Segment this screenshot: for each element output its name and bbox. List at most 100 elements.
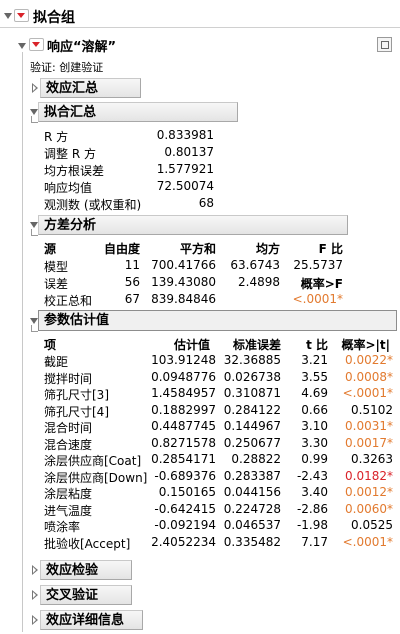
estimate-term: 涂层粘度 [44,487,93,501]
collapse-triangle-icon[interactable] [30,318,38,324]
section-header[interactable]: 交叉验证 [40,585,132,605]
estimate-value: 0.1882997 [151,402,216,417]
estimate-t-ratio: 4.69 [301,386,328,400]
expand-triangle-icon[interactable] [32,590,38,600]
estimate-term: 混合时间 [44,421,93,435]
anova-header[interactable]: 方差分析 [38,215,348,235]
estimate-p-value: 0.5102 [351,402,393,417]
estimate-std-error: 0.224728 [223,501,281,516]
estimate-term: 筛孔尺寸[4] [44,404,109,419]
collapse-triangle-icon[interactable] [4,13,12,19]
collapse-triangle-icon[interactable] [18,43,26,49]
estimate-value: 0.0948776 [151,369,216,384]
estimate-value: 0.4487745 [151,419,216,433]
expand-triangle-icon[interactable] [32,83,38,93]
collapse-triangle-icon[interactable] [30,109,38,115]
estimate-std-error: 0.026738 [223,369,281,384]
parameter-estimates-header[interactable]: 参数估计值 [38,310,397,331]
estimate-t-ratio: 3.10 [301,419,328,433]
estimate-p-value: 0.0012* [345,485,393,499]
estimate-t-ratio: 0.99 [301,452,328,466]
column-header: 均方 [255,242,280,256]
estimate-term: 批验收[Accept] [44,536,131,551]
anova-source: 模型 [44,260,69,274]
anova-f: 25.5737 [293,258,343,272]
estimate-p-value: <.0001* [342,534,393,549]
section-header[interactable]: 效应详细信息 [40,610,143,630]
anova-df: 11 [124,258,140,272]
red-triangle-menu-icon[interactable] [14,9,29,22]
estimate-p-value: 0.0022* [345,353,393,367]
estimate-value: -0.092194 [154,518,216,532]
response-title: 响应“溶解” [47,40,117,55]
collapse-triangle-icon[interactable] [30,222,38,228]
fit-summary-label: 调整 R 方 [44,147,96,161]
anova-source: 误差 [44,277,69,291]
estimate-p-value: 0.0525 [351,518,393,532]
divider [0,27,400,28]
estimate-std-error: 0.044156 [223,485,281,499]
anova-df: 67 [124,292,140,306]
expand-triangle-icon[interactable] [32,615,38,625]
estimate-value: 1.4584957 [151,386,216,400]
estimate-t-ratio: 3.55 [301,369,328,384]
estimate-std-error: 0.310871 [223,386,281,400]
estimate-p-value: 0.0031* [345,419,393,433]
estimate-p-value: 0.0008* [345,369,393,384]
fit-group-title: 拟合组 [33,10,75,26]
estimate-value: 0.8271578 [151,435,216,450]
estimate-std-error: 0.046537 [223,518,281,532]
estimate-term: 涂层供应商[Coat] [44,454,142,468]
estimate-value: -0.642415 [154,501,216,516]
estimate-value: 2.4052234 [151,534,216,549]
estimate-value: 0.2854171 [151,452,216,466]
estimate-std-error: 0.28822 [231,452,281,466]
expand-triangle-icon[interactable] [32,565,38,575]
estimate-term: 截距 [44,355,69,369]
fit-summary-label: 均方根误差 [44,164,105,178]
estimate-p-value: 0.0017* [345,435,393,450]
fit-summary-label: R 方 [44,130,69,144]
estimate-t-ratio: -2.43 [296,468,328,483]
estimate-p-value: 0.0060* [345,501,393,516]
estimate-t-ratio: 0.66 [301,402,328,417]
estimate-term: 筛孔尺寸[3] [44,388,109,402]
column-header: F 比 [318,242,343,256]
column-header: 标准误差 [232,338,281,352]
outline-corner [31,325,38,332]
section-header[interactable]: 效应检验 [40,560,132,580]
estimate-value: -0.689376 [154,468,216,483]
outline-corner [31,116,38,123]
estimate-t-ratio: 7.17 [301,534,328,549]
anova-ms: 2.4898 [238,275,280,289]
estimate-std-error: 0.284122 [223,402,281,417]
estimate-t-ratio: 3.40 [301,485,328,499]
anova-ss: 839.84846 [151,292,216,306]
column-header: 平方和 [179,242,216,256]
anova-ss: 700.41766 [151,258,216,272]
column-header: 估计值 [173,338,210,352]
estimate-std-error: 0.250677 [223,435,281,450]
column-header: 概率>|t| [341,338,390,352]
column-header: 自由度 [103,242,140,256]
estimate-term: 搅拌时间 [44,371,93,386]
estimate-value: 0.150165 [158,485,216,499]
estimate-std-error: 0.335482 [223,534,281,549]
pin-icon[interactable] [377,37,392,52]
estimate-t-ratio: -2.86 [296,501,328,516]
red-triangle-menu-icon[interactable] [29,38,44,51]
estimate-std-error: 0.144967 [223,419,281,433]
effect-summary-header[interactable]: 效应汇总 [40,78,141,98]
fit-summary-header[interactable]: 拟合汇总 [38,102,238,122]
fit-summary-value: 1.577921 [156,162,214,176]
anova-f: <.0001* [292,292,343,306]
estimate-term: 喷涂率 [44,520,81,534]
estimate-t-ratio: -1.98 [296,518,328,532]
estimate-term: 进气温度 [44,503,93,518]
fit-summary-value: 68 [198,196,214,210]
estimate-term: 混合速度 [44,437,93,452]
estimate-term: 涂层供应商[Down] [44,470,148,485]
fit-summary-label: 响应均值 [44,181,93,195]
fit-summary-value: 0.833981 [156,128,214,142]
estimate-p-value: 0.3263 [351,452,393,466]
